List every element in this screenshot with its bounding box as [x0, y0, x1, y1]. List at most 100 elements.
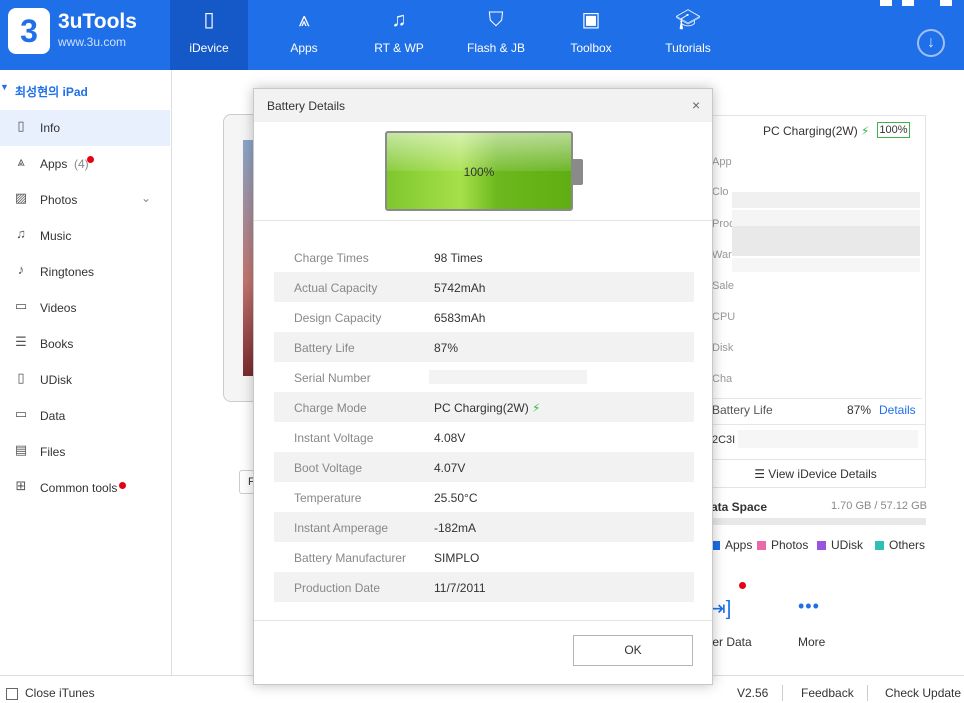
charging-bolt-icon: ⚡︎ [861, 124, 870, 138]
battery-row-manufacturer: Battery Manufacturer SIMPLO [274, 542, 694, 572]
app-site: www.3u.com [58, 35, 127, 49]
close-window-button[interactable] [940, 0, 952, 6]
sidebar-item-files[interactable]: ▤ Files [0, 434, 170, 470]
nav-label: Toolbox [570, 41, 612, 55]
nav-label: RT & WP [374, 41, 424, 55]
sidebar-item-apps[interactable]: ⩓ Apps (4) [0, 146, 170, 182]
nav-label: Tutorials [665, 41, 711, 55]
nav-toolbox[interactable]: ▣ Toolbox [552, 0, 630, 70]
nav-tutorials[interactable]: 🎓︎ Tutorials [649, 0, 727, 70]
sidebar-item-photos[interactable]: ▨ Photos ⌄ [0, 182, 170, 218]
info-row-label: Cha [712, 373, 733, 385]
sidebar-item-ringtones[interactable]: ♪ Ringtones [0, 254, 170, 290]
info-icon: ▯ [17, 118, 25, 133]
minimize-window-button[interactable] [902, 0, 914, 6]
view-idevice-details-button[interactable]: ☰ View iDevice Details [706, 459, 925, 487]
sidebar-item-udisk[interactable]: ▯ UDisk [0, 362, 170, 398]
battery-row-charge-mode: Charge Mode PC Charging(2W) ⚡︎ [274, 392, 694, 422]
battery-row-boot-voltage: Boot Voltage 4.07V [274, 452, 694, 482]
version-label: V2.56 [737, 686, 769, 700]
row-divider [706, 424, 925, 425]
nav-idevice[interactable]: ▯ iDevice [170, 0, 248, 70]
sidebar-item-label: Info [40, 121, 61, 135]
battery-percent: 100% [463, 165, 495, 179]
sidebar-item-label: Ringtones [40, 265, 95, 279]
photos-icon: ▨ [14, 190, 28, 205]
feedback-link[interactable]: Feedback [801, 686, 854, 700]
legend-photos: Photos [757, 538, 808, 552]
books-icon: ☰ [15, 334, 27, 349]
legend-others: Others [875, 538, 925, 552]
divider [254, 620, 712, 621]
nav-apps[interactable]: ⩓ Apps [265, 0, 343, 70]
graduation-cap-icon: 🎓︎ [675, 9, 701, 31]
row-label: Actual Capacity [294, 281, 378, 295]
sidebar-item-label: Music [40, 229, 72, 243]
info-row-label: App [712, 156, 732, 168]
list-icon: ☰ [754, 467, 765, 481]
battery-row-production-date: Production Date 11/7/2011 [274, 572, 694, 602]
nav-rt-wp[interactable]: ♫ RT & WP [360, 0, 438, 70]
battery-row-temperature: Temperature 25.50°C [274, 482, 694, 512]
more-icon[interactable]: ••• [798, 596, 820, 617]
row-label: Temperature [294, 491, 362, 505]
app-store-icon: ⩓ [298, 9, 310, 31]
more-label[interactable]: More [798, 635, 825, 649]
battery-row-serial-number: Serial Number [274, 362, 694, 392]
battery-life-value: 87% [847, 403, 872, 417]
info-row-label: Clo [712, 186, 729, 198]
legend-udisk: UDisk [817, 538, 863, 552]
ok-button[interactable]: OK [573, 635, 693, 666]
row-value: 4.07V [434, 461, 466, 475]
chevron-down-icon[interactable]: ⌄ [141, 191, 151, 205]
close-itunes-checkbox[interactable] [6, 688, 18, 700]
menu-window-button[interactable] [880, 0, 892, 6]
charging-status: PC Charging(2W) ⚡︎ [763, 124, 869, 138]
apps-icon: ⩓ [17, 154, 25, 169]
close-itunes-label[interactable]: Close iTunes [25, 686, 95, 700]
divider [867, 685, 868, 701]
view-details-label: View iDevice Details [768, 467, 877, 481]
row-value: 25.50°C [434, 491, 478, 505]
row-value: 6583mAh [434, 311, 486, 325]
charge-mode-text: PC Charging(2W) [434, 401, 529, 415]
sidebar-item-label: Data [40, 409, 66, 423]
battery-row-actual-capacity: Actual Capacity 5742mAh [274, 272, 694, 302]
music-icon: ♫ [16, 226, 26, 241]
app-brand: 3uTools [58, 10, 137, 33]
transfer-data-label[interactable]: fer Data [709, 635, 752, 649]
dialog-header: Battery Details × [254, 89, 712, 122]
nav-flash-jb[interactable]: ⛉ Flash & JB [457, 0, 535, 70]
charging-label: PC Charging(2W) [763, 124, 858, 138]
info-row-label: Sale [712, 280, 735, 292]
nav-label: Flash & JB [466, 41, 526, 55]
caret-down-icon: ▼ [0, 82, 9, 92]
device-name-label: 최성현의 iPad [15, 85, 88, 99]
row-label: Charge Times [294, 251, 369, 265]
sidebar-item-common-tools[interactable]: ⊞ Common tools [0, 470, 170, 506]
battery-terminal [573, 159, 583, 185]
redacted-field [732, 210, 920, 226]
row-label: Serial Number [294, 371, 371, 385]
app-logo: 3 [8, 8, 50, 54]
info-row-label: CPU [712, 311, 736, 323]
redacted-field [732, 192, 920, 208]
shield-icon: ⛉ [488, 9, 504, 31]
battery-details-link[interactable]: Details [879, 403, 916, 417]
sidebar-item-data[interactable]: ▭ Data [0, 398, 170, 434]
legend-label: UDisk [831, 538, 863, 552]
row-value: 4.08V [434, 431, 466, 445]
sidebar-item-books[interactable]: ☰ Books [0, 326, 170, 362]
notification-dot [119, 482, 126, 489]
sidebar-item-videos[interactable]: ▭ Videos [0, 290, 170, 326]
check-update-link[interactable]: Check Update [885, 686, 961, 700]
sidebar-item-music[interactable]: ♫ Music [0, 218, 170, 254]
close-icon[interactable]: × [692, 97, 700, 113]
battery-details-dialog: Battery Details × 100% Charge Times 98 Ti… [253, 88, 713, 685]
download-icon[interactable]: ↓ [917, 29, 945, 57]
row-value: 98 Times [434, 251, 483, 265]
device-name[interactable]: ▼ 최성현의 iPad [0, 80, 170, 102]
sidebar-item-info[interactable]: ▯ Info [0, 110, 170, 146]
battery-percent-badge: 100% [877, 122, 910, 138]
row-divider [712, 398, 922, 399]
